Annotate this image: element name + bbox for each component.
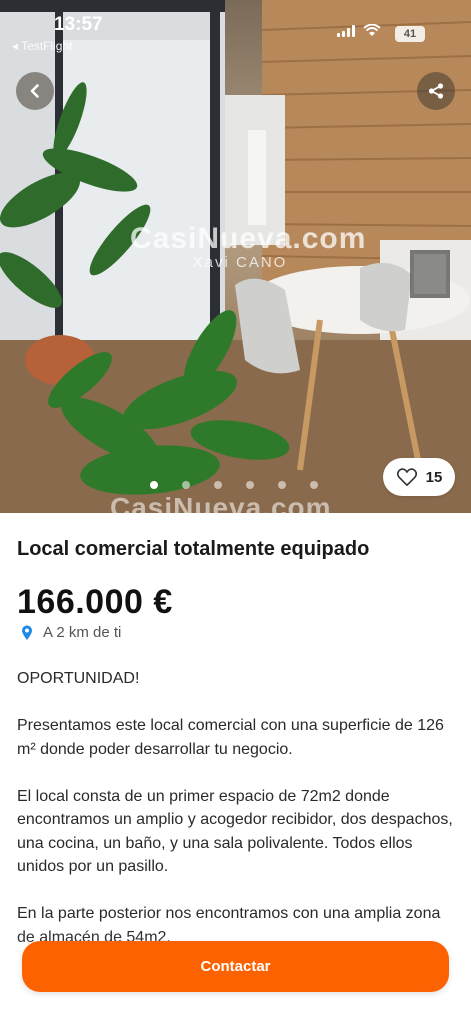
photo-watermark: CasiNueva.com Xavi CANO: [130, 222, 365, 271]
battery-level: 41: [403, 28, 417, 40]
cellular-signal-icon: [337, 24, 355, 37]
listing-photo-gallery[interactable]: 13:57 ◂ TestFlight 41 CasiNueva.com Xavi…: [0, 0, 471, 513]
chevron-left-icon: [30, 84, 39, 98]
description-paragraph: Presentamos este local comercial con una…: [17, 717, 444, 758]
heart-icon: [396, 468, 417, 486]
status-time: 13:57: [54, 14, 103, 35]
listing-location: A 2 km de ti: [17, 624, 457, 641]
share-icon: [428, 83, 444, 99]
pagination-dot[interactable]: [246, 481, 254, 489]
listing-details: Local comercial totalmente equipado 166.…: [17, 536, 457, 973]
watermark-main: CasiNueva.com: [130, 222, 367, 255]
share-button[interactable]: [417, 72, 455, 110]
battery-icon: 41: [395, 26, 425, 42]
listing-price: 166.000 €: [17, 583, 173, 621]
contact-button[interactable]: Contactar: [22, 941, 449, 992]
photo-watermark-bottom: CasiNueva.com: [110, 492, 332, 513]
pagination-dot[interactable]: [150, 481, 158, 489]
pagination-dot[interactable]: [214, 481, 222, 489]
watermark-sub: Xavi CANO: [192, 254, 288, 271]
status-icons: [337, 24, 381, 37]
back-to-app-link[interactable]: ◂ TestFlight: [12, 39, 73, 53]
description-paragraph: El local consta de un primer espacio de …: [17, 787, 453, 876]
listing-distance: A 2 km de ti: [43, 624, 122, 641]
status-bar: 13:57 ◂ TestFlight 41: [0, 0, 471, 56]
description-paragraph: OPORTUNIDAD!: [17, 670, 140, 687]
favorite-count: 15: [425, 468, 443, 486]
pagination-dot[interactable]: [310, 481, 318, 489]
pagination-dot[interactable]: [278, 481, 286, 489]
listing-title: Local comercial totalmente equipado: [17, 538, 370, 560]
photo-pagination-dots: [150, 481, 318, 489]
wifi-icon: [363, 24, 381, 36]
listing-description: OPORTUNIDAD! Presentamos este local come…: [17, 667, 457, 949]
location-pin-icon: [22, 625, 32, 640]
pagination-dot[interactable]: [182, 481, 190, 489]
favorite-button[interactable]: 15: [383, 458, 455, 496]
back-button[interactable]: [16, 72, 54, 110]
